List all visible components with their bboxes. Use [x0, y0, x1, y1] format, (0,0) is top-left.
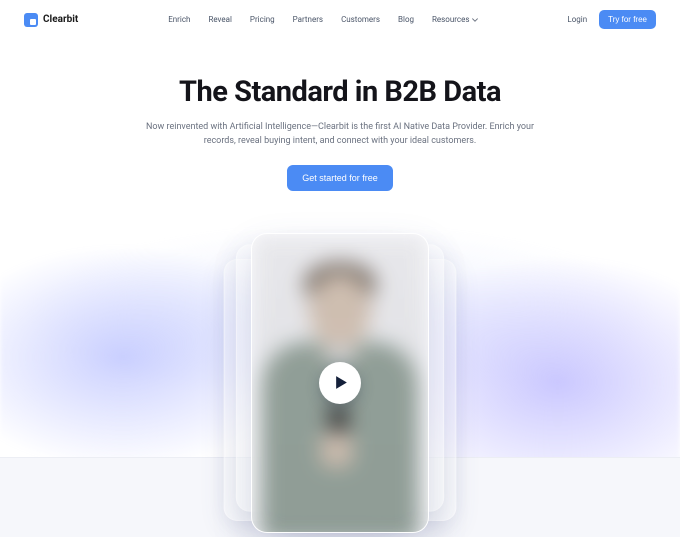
- nav-resources[interactable]: Resources: [432, 15, 477, 24]
- logo-icon: [24, 13, 38, 27]
- login-link[interactable]: Login: [567, 15, 587, 24]
- nav-pricing[interactable]: Pricing: [250, 15, 275, 24]
- video-thumbnail[interactable]: [251, 233, 429, 533]
- brand-logo[interactable]: Clearbit: [24, 13, 78, 27]
- brand-name: Clearbit: [43, 14, 78, 25]
- get-started-button[interactable]: Get started for free: [287, 165, 393, 191]
- play-button[interactable]: [319, 362, 361, 404]
- hero-video-area: [0, 227, 680, 537]
- hero-title: The Standard in B2B Data: [60, 75, 620, 109]
- nav-customers[interactable]: Customers: [341, 15, 380, 24]
- nav-reveal[interactable]: Reveal: [208, 15, 231, 24]
- video-card-stack: [251, 233, 429, 533]
- auth-actions: Login Try for free: [567, 10, 656, 29]
- hero: The Standard in B2B Data Now reinvented …: [0, 39, 680, 209]
- primary-nav: Enrich Reveal Pricing Partners Customers…: [168, 15, 477, 24]
- site-header: Clearbit Enrich Reveal Pricing Partners …: [0, 0, 680, 39]
- chevron-down-icon: [472, 17, 477, 22]
- hero-subtitle: Now reinvented with Artificial Intellige…: [140, 121, 540, 149]
- nav-blog[interactable]: Blog: [398, 15, 414, 24]
- play-icon: [335, 375, 348, 390]
- nav-enrich[interactable]: Enrich: [168, 15, 190, 24]
- nav-partners[interactable]: Partners: [293, 15, 323, 24]
- try-free-button[interactable]: Try for free: [599, 10, 656, 29]
